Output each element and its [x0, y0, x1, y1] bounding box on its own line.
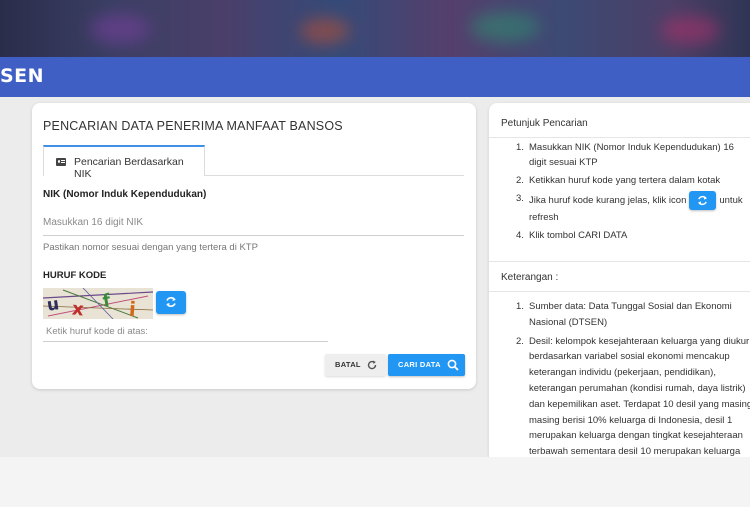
keterangan-text: Sumber data: Data Tunggal Sosial dan Eko…: [529, 301, 732, 328]
nik-input[interactable]: [43, 210, 464, 236]
divider: [489, 261, 750, 262]
nik-hint: Pastikan nomor sesuai dengan yang terter…: [43, 242, 258, 253]
captcha-noise: [43, 288, 153, 319]
list-item: 4. Klik tombol CARI DATA: [516, 230, 628, 241]
refresh-icon: [698, 195, 708, 206]
nik-label: NIK (Nomor Induk Kependudukan): [43, 189, 207, 200]
cancel-button[interactable]: BATAL: [325, 354, 386, 376]
tab-search-by-nik[interactable]: Pencarian Berdasarkan NIK: [43, 145, 205, 180]
search-button[interactable]: CARI DATA: [388, 354, 465, 376]
list-item: 1. Masukkan NIK (Nomor Induk Kependudukan…: [516, 142, 734, 168]
guide-title: Petunjuk Pencarian: [501, 118, 588, 129]
list-item: 2. Ketikkan huruf kode yang tertera dalam…: [516, 175, 721, 186]
refresh-icon: [166, 297, 176, 307]
list-item: 3. Jika huruf kode kurang jelas, klik ico…: [516, 191, 743, 223]
reset-icon: [367, 360, 377, 370]
captcha-char: u: [45, 294, 61, 316]
guide-step-text: Klik tombol CARI DATA: [529, 230, 628, 241]
list-item: 1. Sumber data: Data Tunggal Sosial dan E…: [516, 301, 732, 328]
search-button-label: CARI DATA: [398, 360, 441, 369]
tab-label: Pencarian Berdasarkan NIK: [74, 156, 184, 180]
divider: [489, 291, 750, 292]
captcha-input[interactable]: [43, 321, 328, 342]
tab-divider: [205, 175, 464, 176]
inline-refresh-button: [689, 191, 717, 210]
guide-step-text: Jika huruf kode kurang jelas, klik icon: [529, 195, 687, 207]
captcha-char: x: [70, 298, 85, 319]
background-banner: [0, 0, 750, 57]
page-title: PENCARIAN DATA PENERIMA MANFAAT BANSOS: [43, 119, 343, 133]
site-logo[interactable]: SEN: [0, 65, 44, 87]
captcha-image: u x f i: [43, 288, 153, 319]
divider: [489, 137, 750, 138]
keterangan-title: Keterangan :: [501, 272, 559, 283]
keterangan-list: 1. Sumber data: Data Tunggal Sosial dan E…: [513, 299, 750, 457]
refresh-captcha-button[interactable]: [156, 291, 186, 314]
search-card: PENCARIAN DATA PENERIMA MANFAAT BANSOS P…: [32, 103, 476, 389]
guide-step-text: Masukkan NIK (Nomor Induk Kependudukan) …: [529, 142, 734, 168]
keterangan-text: Desil: kelompok kesejahteraan keluarga y…: [529, 335, 750, 457]
info-panel: Petunjuk Pencarian 1. Masukkan NIK (Nomor…: [489, 103, 750, 457]
guide-list: 1. Masukkan NIK (Nomor Induk Kependudukan…: [513, 140, 750, 246]
cancel-button-label: BATAL: [335, 360, 361, 369]
page-footer-area: [0, 457, 750, 507]
search-icon: [447, 359, 459, 371]
site-header: SEN: [0, 57, 750, 97]
list-item: 2. Desil: kelompok kesejahteraan keluarga…: [513, 334, 750, 457]
captcha-label: HURUF KODE: [43, 270, 107, 281]
guide-step-text: Ketikkan huruf kode yang tertera dalam k…: [529, 175, 721, 186]
id-card-icon: [56, 158, 66, 166]
